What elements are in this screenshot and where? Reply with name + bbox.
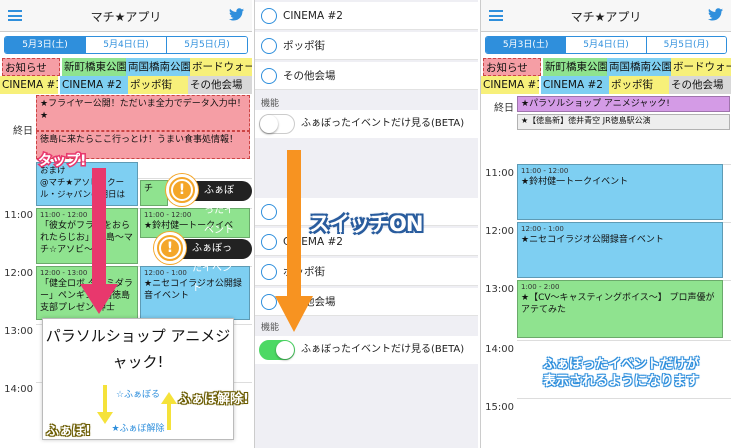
hour-line [517,340,731,341]
venue-cinema2[interactable]: CINEMA #2 [541,76,609,94]
fav-arrows-icon [97,385,177,430]
venue-shinmachi[interactable]: 新町橋東公園 [543,58,607,76]
date-tabs: 5月3日(土) 5月4日(日) 5月5日(月) [485,36,727,54]
event-nisekoi[interactable]: 12:00 - 1:00 ★ニセコイラジオ公開録音イベント [517,222,723,278]
venue-poppo[interactable]: ポッポ街 [609,76,669,94]
twitter-icon[interactable] [708,8,723,21]
tab-may4[interactable]: 5月4日(日) [566,37,647,53]
time-15: 15:00 [485,402,514,413]
event-suzumura[interactable]: 11:00 - 12:00 ★鈴村健一トークイベント [517,164,723,220]
event-cv-casting[interactable]: 1:00 - 2:00 ★【CV〜キャスティングボイス〜】 プロ声優がアテてみた [517,280,723,338]
venue-other[interactable]: その他会場 [669,76,731,94]
calendar-panel-after: マチ★アプリ 5月3日(土) 5月4日(日) 5月5日(月) お知らせ 新町橋東… [480,0,731,448]
venue-boardwalk[interactable]: ボードウォーク [671,58,731,76]
app-title: マチ★アプリ [570,10,642,24]
time-allday: 終日 [494,103,514,114]
tab-may3[interactable]: 5月3日(土) [486,37,567,53]
unfubo-label: ふぁぼ解除! [178,392,249,407]
hour-line [517,398,731,399]
venue-ryogoku[interactable]: 両国橋南公園 [607,58,671,76]
venue-cinema1[interactable]: CINEMA #1 [481,76,539,94]
time-13: 13:00 [485,284,514,295]
time-14: 14:00 [485,344,514,355]
time-11: 11:00 [485,168,514,179]
tab-may5[interactable]: 5月5日(月) [646,37,726,53]
venue-header: お知らせ 新町橋東公園 両国橋南公園 ボードウォーク CINEMA #1 CIN… [481,58,731,94]
switch-on-label: スイッチON [309,212,423,236]
result-caption: ふぁぼったイベントだけが 表示されるようになります [542,357,699,389]
time-12: 12:00 [485,226,514,237]
fubo-label: ふぁぼ! [46,424,91,439]
calendar-panel-before: マチ★アプリ 5月3日(土) 5月4日(日) 5月5日(月) お知らせ 新町橋東… [0,0,252,448]
event-allday-parasol[interactable]: ★パラソルショップ アニメジャック! [517,96,730,112]
app-header: マチ★アプリ [481,0,731,32]
venue-news[interactable]: お知らせ [483,58,541,76]
event-partial[interactable]: ★【徳島新】徳井青空 JR徳島駅公演 [517,114,730,130]
settings-panel: CINEMA #2 ポッポ街 その他会場 機能 ふぁぼったイベントだけ見る(BE… [254,0,478,448]
